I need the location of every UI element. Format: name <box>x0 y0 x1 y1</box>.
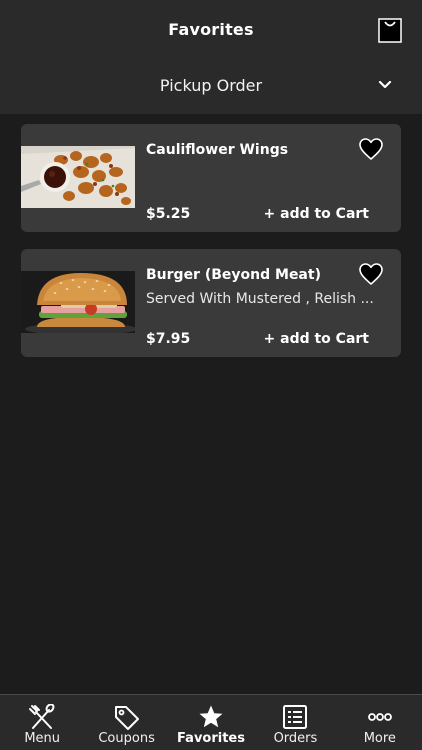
list-icon <box>283 705 308 729</box>
app-screen: Favorites Pickup Order Cauliflower Wings… <box>0 0 422 750</box>
page-title: Favorites <box>168 20 254 39</box>
tab-coupons[interactable]: Coupons <box>84 695 168 750</box>
item-price: $5.25 <box>146 206 191 222</box>
tag-icon <box>114 706 139 730</box>
tab-favorites[interactable]: Favorites <box>169 695 253 750</box>
bottom-tab-bar: Menu Coupons Favorites Orders More <box>0 694 422 750</box>
cart-button[interactable] <box>378 17 402 43</box>
favorite-item-card[interactable]: Burger (Beyond Meat) Served With Mustere… <box>21 249 401 357</box>
star-icon <box>199 705 223 728</box>
tab-label: Menu <box>24 731 61 746</box>
chevron-down-icon <box>378 80 392 89</box>
add-to-cart-button[interactable]: + add to Cart <box>264 206 369 222</box>
header: Favorites Pickup Order <box>0 0 422 114</box>
tab-menu[interactable]: Menu <box>0 695 84 750</box>
tab-label: Favorites <box>177 731 245 746</box>
tab-label: Orders <box>273 731 318 746</box>
add-to-cart-button[interactable]: + add to Cart <box>264 331 369 347</box>
item-image <box>21 271 135 333</box>
more-icon <box>367 713 392 721</box>
tab-label: Coupons <box>98 731 155 746</box>
heart-icon[interactable] <box>359 138 383 160</box>
utensils-icon <box>29 704 55 729</box>
favorite-item-card[interactable]: Cauliflower Wings $5.25 + add to Cart <box>21 124 401 232</box>
tab-label: More <box>363 731 396 746</box>
item-image <box>21 146 135 208</box>
order-type-selector[interactable]: Pickup Order <box>0 62 422 112</box>
item-name: Cauliflower Wings <box>146 142 289 158</box>
item-price: $7.95 <box>146 331 191 347</box>
heart-icon[interactable] <box>359 263 383 285</box>
item-description: Served With Mustered , Relish ... <box>146 291 374 307</box>
tab-orders[interactable]: Orders <box>253 695 337 750</box>
order-type-label: Pickup Order <box>159 76 263 95</box>
item-name: Burger (Beyond Meat) <box>146 267 321 283</box>
shopping-bag-icon <box>378 18 402 43</box>
tab-more[interactable]: More <box>338 695 422 750</box>
